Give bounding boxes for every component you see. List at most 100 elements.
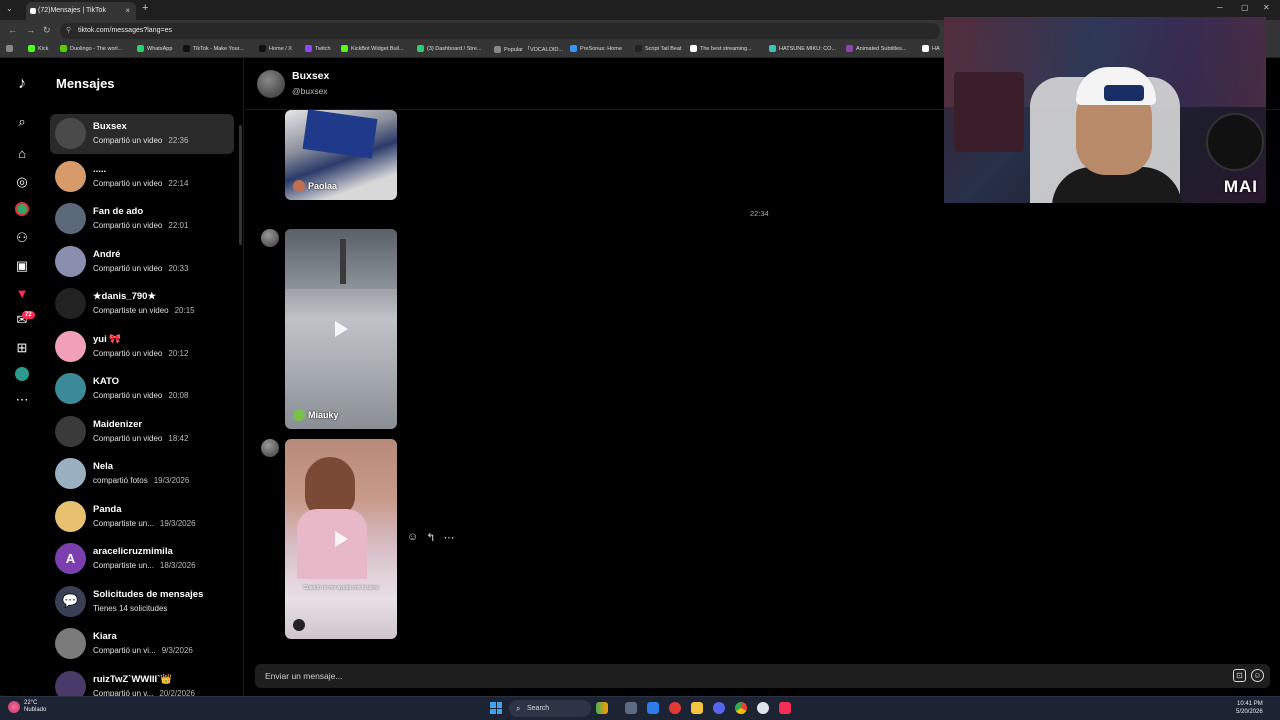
new-tab-button[interactable]: + (142, 2, 148, 14)
system-clock[interactable]: 10:41 PM 5/20/2026 (1236, 700, 1263, 716)
bookmark-item[interactable]: The best streaming... (690, 45, 752, 52)
minimize-icon[interactable]: ─ (1217, 3, 1223, 12)
tab-search-icon[interactable]: ⌄ (6, 4, 13, 13)
conversation-name: Kiara (93, 631, 117, 642)
music-icon[interactable] (779, 702, 791, 714)
conversation-item[interactable]: 💬 Solicitudes de mensajes Tienes 14 solici… (50, 582, 234, 622)
conversation-item[interactable]: yui 🎀 Compartió un video 20:12 (50, 327, 234, 367)
bookmark-item[interactable]: Duolingo - The worl... (60, 45, 122, 52)
file-explorer-icon[interactable] (691, 702, 703, 714)
bookmark-label: HA (932, 45, 940, 52)
explore-icon[interactable]: ◎ (14, 174, 30, 190)
chat-avatar[interactable] (257, 70, 285, 98)
message-input[interactable] (265, 668, 1165, 684)
avatar (55, 500, 86, 532)
messages-count-badge: 72 (22, 311, 35, 319)
openai-icon[interactable] (757, 702, 769, 714)
chat-contact-name[interactable]: Buxsex (292, 70, 329, 82)
avatar (55, 330, 86, 362)
conversation-item[interactable]: ..... Compartió un video 22:14 (50, 157, 234, 197)
maximize-icon[interactable]: ▢ (1241, 3, 1249, 12)
live-icon[interactable]: ▣ (14, 258, 30, 274)
bookmark-label: Script Tail Beat (645, 45, 682, 52)
activity-icon[interactable]: ▼ (14, 286, 30, 302)
task-view-icon[interactable] (625, 702, 637, 714)
bookmark-favicon-icon (183, 45, 190, 52)
bookmark-item[interactable]: Script Tail Beat (635, 45, 682, 52)
emoji-icon[interactable]: ☺ (1251, 669, 1264, 682)
bookmark-item[interactable]: Twitch (305, 45, 331, 52)
weather-widget[interactable]: 22°C Nublado (8, 700, 46, 714)
bookmark-item[interactable]: Animated Subtitles... (846, 45, 906, 52)
shared-video-card[interactable]: Miauky (285, 229, 397, 429)
avatar (55, 203, 86, 234)
home-icon[interactable]: ⌂ (14, 146, 30, 162)
edge-icon[interactable] (647, 702, 659, 714)
conversation-item[interactable]: ruizTwZ`WWIII`👑 Compartió un v... 20/2/202… (50, 667, 234, 696)
more-options-icon[interactable]: ⋯ (443, 531, 454, 544)
conversation-item[interactable]: KATO Compartió un video 20:08 (50, 369, 234, 409)
windows-start-icon[interactable] (490, 702, 502, 714)
site-info-icon[interactable]: ⚲ (66, 23, 71, 39)
shared-video-card[interactable]: Paolaa (285, 110, 397, 200)
sender-avatar[interactable] (261, 439, 279, 457)
back-arrow-icon[interactable]: ← (8, 25, 17, 35)
taskbar-search[interactable]: ⌕ Search (509, 700, 591, 717)
avatar (55, 628, 86, 659)
following-icon[interactable] (14, 202, 30, 218)
upload-icon[interactable]: ⊞ (14, 340, 30, 356)
play-icon[interactable] (335, 531, 348, 547)
bookmark-item[interactable]: HA (922, 45, 940, 52)
preview-text: Compartió un video (93, 221, 163, 230)
reload-icon[interactable]: ↻ (43, 25, 51, 36)
conversation-time: 18/3/2026 (159, 561, 196, 570)
bookmark-item[interactable]: Home / X (259, 45, 292, 52)
shared-video-card[interactable]: Cuando no me ayuda con la tarea (285, 439, 397, 639)
bookmark-label: Duolingo - The worl... (70, 45, 123, 52)
conversation-name: ★danis_790★ (93, 291, 156, 302)
video-thumbnail-shirt (297, 509, 367, 579)
forward-arrow-icon[interactable]: → (26, 25, 35, 35)
search-icon[interactable]: ⌕ (14, 114, 30, 130)
app-icon[interactable] (669, 702, 681, 714)
bookmark-item[interactable]: HATSUNE MIKU: CO... (769, 45, 836, 52)
conversation-item[interactable]: Aaracelicruzmimila Compartiste un... 18/3/… (50, 539, 234, 579)
friends-icon[interactable]: ⚇ (14, 230, 30, 246)
play-icon[interactable] (335, 321, 348, 337)
bookmark-item[interactable]: (3) Dashboard / Stre... (417, 45, 481, 52)
window-close-icon[interactable]: ✕ (1263, 3, 1270, 12)
more-icon[interactable]: ⋯ (14, 392, 30, 408)
widgets-icon[interactable] (596, 702, 608, 714)
conversation-item[interactable]: ★danis_790★ Compartiste un video 20:15 (50, 284, 234, 324)
image-upload-icon[interactable]: ⊡ (1233, 669, 1246, 682)
tab-close-button[interactable]: × (125, 2, 130, 20)
conversation-item[interactable]: André Compartió un video 20:33 (50, 242, 234, 282)
bookmark-label: Kick (38, 45, 49, 52)
message-composer: ⊡ ☺ (255, 664, 1270, 688)
bookmark-item[interactable]: TikTok - Make Your... (183, 45, 244, 52)
conversation-item[interactable]: Panda Compartiste un... 19/3/2026 (50, 497, 234, 537)
apps-grid-icon[interactable] (6, 45, 13, 52)
chrome-icon[interactable] (735, 702, 747, 714)
profile-icon[interactable] (14, 367, 30, 383)
bookmark-item[interactable]: KickBot Widget Buil... (341, 45, 404, 52)
bookmark-label: The best streaming... (700, 45, 752, 52)
conversation-scrollbar[interactable] (239, 125, 242, 245)
bookmark-item[interactable]: WhatsApp (137, 45, 172, 52)
tiktok-logo-icon[interactable]: ♪ (14, 76, 30, 92)
conversation-item[interactable]: Buxsex Compartió un video 22:36 (50, 114, 234, 154)
bookmark-item[interactable]: PreSonus: Home (570, 45, 622, 52)
browser-tab-tiktok[interactable]: (72)Mensajes | TikTok × (26, 2, 136, 20)
url-field[interactable]: ⚲ tiktok.com/messages?lang=es (60, 23, 940, 39)
conversation-item[interactable]: Maidenizer Compartió un video 18:42 (50, 412, 234, 452)
react-emoji-icon[interactable]: ☺ (407, 531, 418, 544)
conversation-time: 19/3/2026 (159, 518, 196, 528)
reply-icon[interactable]: ↰ (426, 531, 435, 544)
conversation-item[interactable]: Kiara Compartió un vi... 9/3/2026 (50, 624, 234, 664)
bookmark-item[interactable]: Kick (28, 45, 48, 52)
discord-icon[interactable] (713, 702, 725, 714)
conversation-item[interactable]: Fan de ado Compartió un video 22:01 (50, 199, 234, 239)
sender-avatar[interactable] (261, 229, 279, 247)
bookmark-item[interactable]: Popular 「VOCALOID... (494, 45, 563, 53)
conversation-item[interactable]: Nela compartió fotos 19/3/2026 (50, 454, 234, 494)
